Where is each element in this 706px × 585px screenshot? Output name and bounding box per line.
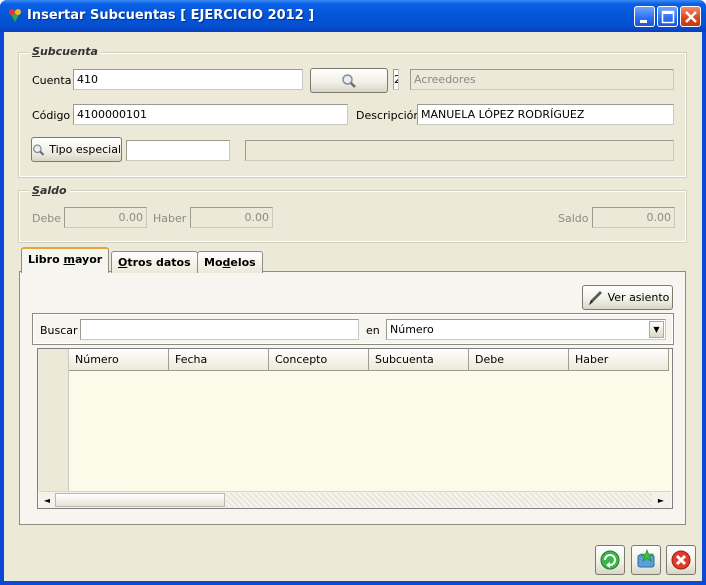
tipo-especial-label: Tipo especial	[49, 143, 121, 156]
tipo-especial-button[interactable]: Tipo especial	[31, 137, 122, 162]
debe-field: 0.00	[64, 207, 147, 228]
close-button[interactable]	[680, 6, 701, 27]
window-title: Insertar Subcuentas [ EJERCICIO 2012 ]	[27, 8, 315, 23]
codigo-label: Código	[32, 109, 71, 122]
subcuenta-group-title: Subcuenta	[29, 45, 101, 58]
haber-label: Haber	[153, 212, 187, 225]
horizontal-scrollbar[interactable]: ◄ ►	[39, 491, 671, 508]
codigo-input[interactable]: 4100000101	[73, 104, 348, 125]
minimize-icon	[640, 20, 647, 23]
search-cuenta-button[interactable]	[310, 68, 388, 93]
column-numero[interactable]: Número	[69, 349, 169, 371]
maximize-icon	[661, 10, 675, 24]
grid-header: Número Fecha Concepto Subcuenta Debe Hab…	[69, 349, 669, 371]
magnifier-icon	[33, 143, 45, 156]
accept-star-icon	[637, 549, 655, 568]
column-concepto[interactable]: Concepto	[269, 349, 369, 371]
client-area: Subcuenta Cuenta 410 2 Acreedores Código…	[4, 32, 702, 581]
refresh-icon	[600, 550, 620, 570]
cuenta-extra-field: 2	[393, 69, 399, 90]
tab-otros-datos[interactable]: Otros datos	[111, 251, 198, 273]
column-fecha[interactable]: Fecha	[169, 349, 269, 371]
saldo-field: 0.00	[592, 207, 675, 228]
column-haber[interactable]: Haber	[569, 349, 669, 371]
en-label: en	[366, 324, 380, 337]
dropdown-arrow-icon[interactable]: ▼	[649, 321, 664, 338]
magnifier-icon	[342, 73, 356, 88]
saldo-group-title: Saldo	[29, 184, 70, 197]
column-subcuenta[interactable]: Subcuenta	[369, 349, 469, 371]
accept-button[interactable]	[631, 545, 661, 575]
scroll-track[interactable]	[226, 493, 652, 507]
close-icon	[685, 11, 697, 23]
tipo-especial-input[interactable]	[126, 140, 230, 161]
mayor-grid: Número Fecha Concepto Subcuenta Debe Hab…	[37, 348, 673, 509]
title-bar[interactable]: Insertar Subcuentas [ EJERCICIO 2012 ]	[0, 0, 706, 32]
descripcion-label: Descripción	[356, 109, 421, 122]
minimize-button[interactable]	[634, 6, 655, 27]
row-header-column	[38, 349, 69, 491]
refresh-button[interactable]	[595, 545, 625, 575]
app-icon	[9, 9, 21, 22]
maximize-button[interactable]	[657, 6, 678, 27]
column-debe[interactable]: Debe	[469, 349, 569, 371]
tab-modelos[interactable]: Modelos	[197, 251, 263, 273]
window: Insertar Subcuentas [ EJERCICIO 2012 ] S…	[0, 0, 706, 585]
buscar-input[interactable]	[80, 319, 359, 340]
en-select[interactable]: Número ▼	[386, 319, 666, 340]
scroll-thumb[interactable]	[55, 493, 225, 507]
buscar-label: Buscar	[40, 324, 78, 337]
saldo-label: Saldo	[558, 212, 589, 225]
en-select-value: Número	[390, 323, 434, 336]
tab-libro-mayor[interactable]: Libro mayor	[21, 247, 110, 273]
pencil-icon	[588, 290, 602, 305]
tipo-especial-description	[245, 140, 674, 161]
scroll-right-icon[interactable]: ►	[653, 492, 669, 508]
scroll-left-icon[interactable]: ◄	[39, 492, 55, 508]
haber-field: 0.00	[190, 207, 273, 228]
ver-asiento-label: Ver asiento	[607, 291, 670, 304]
ver-asiento-button[interactable]: Ver asiento	[582, 285, 673, 310]
cuenta-input[interactable]: 410	[73, 69, 303, 90]
descripcion-input[interactable]: MANUELA LÓPEZ RODRÍGUEZ	[417, 104, 674, 125]
cancel-button[interactable]	[666, 545, 696, 575]
cuenta-description-field: Acreedores	[410, 69, 674, 90]
cancel-icon	[671, 550, 691, 570]
debe-label: Debe	[32, 212, 61, 225]
cuenta-label: Cuenta	[32, 74, 72, 87]
